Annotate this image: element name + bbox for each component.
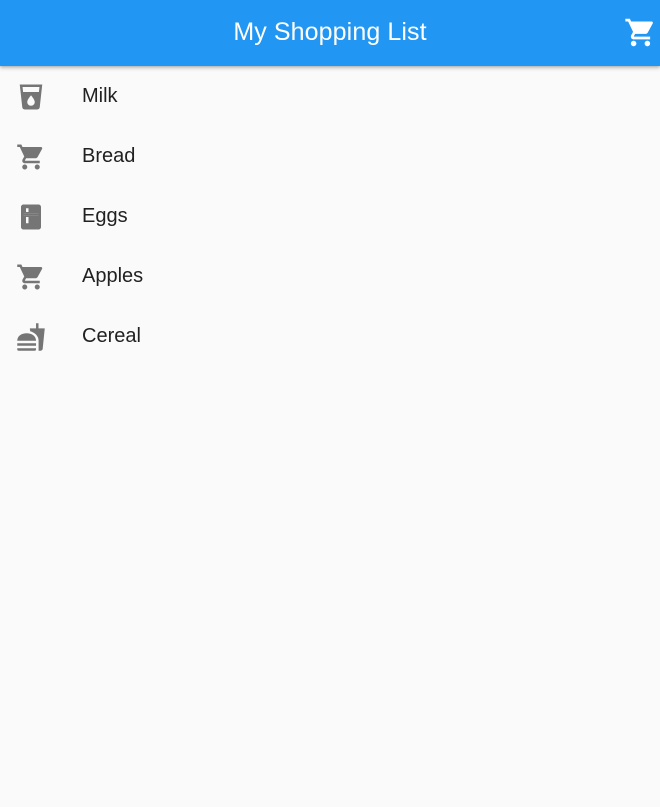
- list-item-cereal[interactable]: Cereal: [0, 306, 660, 366]
- list-item-milk[interactable]: Milk: [0, 66, 660, 126]
- list-item-bread[interactable]: Bread: [0, 126, 660, 186]
- app-bar: My Shopping List: [0, 0, 660, 66]
- page-title: My Shopping List: [233, 18, 427, 46]
- shopping-list: Milk Bread Eggs Apples Cereal: [0, 66, 660, 366]
- list-item-label: Eggs: [82, 205, 128, 227]
- list-item-label: Cereal: [82, 325, 141, 347]
- shopping-cart-icon: [16, 142, 46, 172]
- list-item-eggs[interactable]: Eggs: [0, 186, 660, 246]
- list-item-label: Apples: [82, 265, 144, 287]
- fastfood-icon: [16, 322, 46, 352]
- kitchen-icon: [16, 202, 46, 232]
- shopping-cart-icon: [16, 262, 46, 292]
- list-item-apples[interactable]: Apples: [0, 246, 660, 306]
- list-item-label: Bread: [82, 145, 136, 167]
- local-drink-icon: [16, 82, 46, 112]
- list-item-label: Milk: [82, 85, 118, 107]
- shopping-cart-icon: [625, 18, 653, 46]
- cart-button[interactable]: [624, 14, 660, 50]
